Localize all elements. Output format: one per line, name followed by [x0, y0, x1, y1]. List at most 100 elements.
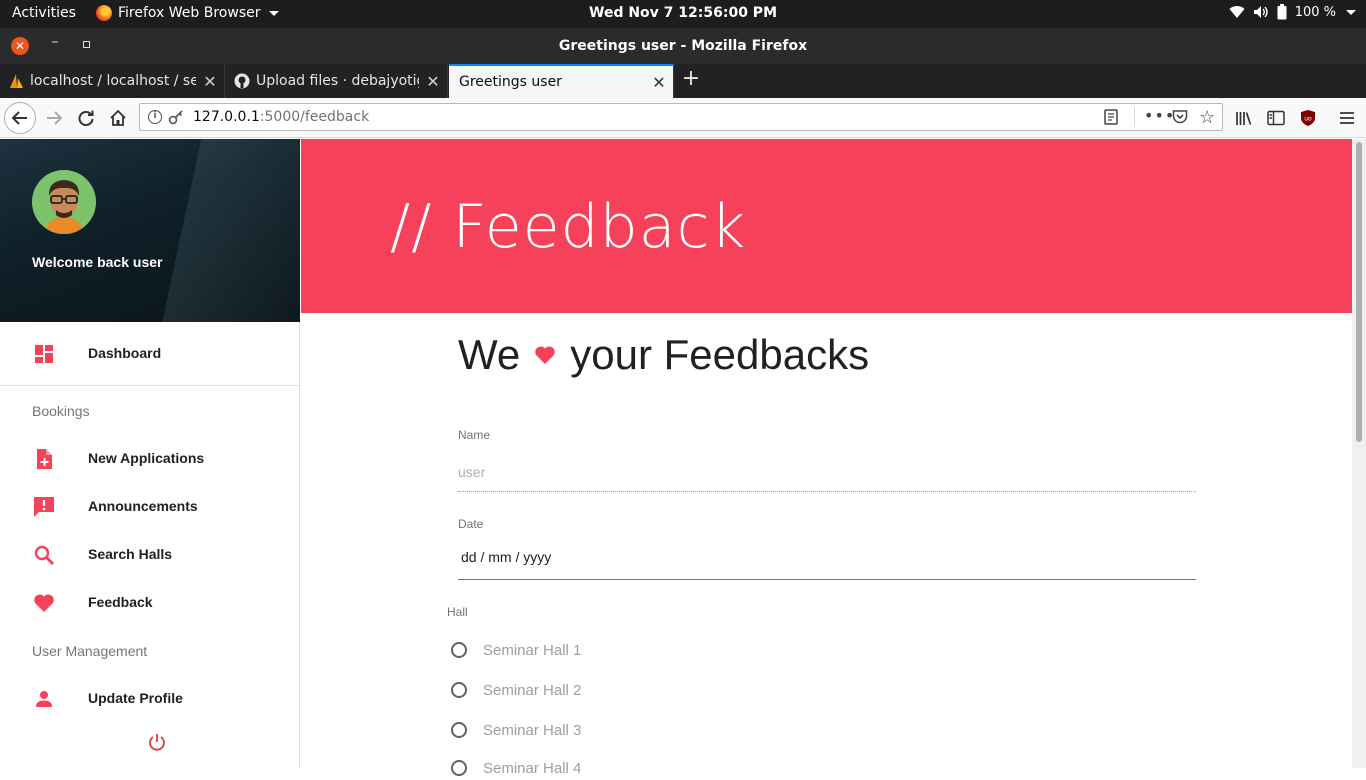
- forward-button[interactable]: [40, 104, 68, 132]
- url-separator: [1134, 107, 1135, 127]
- home-button[interactable]: [104, 104, 132, 132]
- sidebar-item-new-applications[interactable]: New Applications: [0, 435, 300, 483]
- sidebar-item-announcements[interactable]: Announcements: [0, 483, 300, 531]
- new-document-icon: [37, 449, 52, 469]
- arrow-left-icon: [11, 111, 27, 125]
- library-button[interactable]: [1230, 104, 1258, 132]
- hall-label: Hall: [447, 605, 468, 619]
- sidebar-divider: [0, 385, 300, 386]
- new-tab-button[interactable]: +: [680, 68, 702, 92]
- search-icon: [34, 545, 54, 565]
- back-button[interactable]: [4, 102, 36, 134]
- chevron-down-icon: [268, 10, 279, 16]
- sidebar-item-label: New Applications: [88, 450, 205, 466]
- sidebar-item-search-halls[interactable]: Search Halls: [0, 531, 300, 579]
- tab-label: Upload files · debajyotig: [256, 73, 419, 89]
- sidebar-item-dashboard[interactable]: Dashboard: [0, 330, 300, 378]
- reader-view-icon[interactable]: [1104, 109, 1118, 125]
- user-avatar-illustration: [32, 170, 96, 234]
- sidebar-item-label: Search Halls: [88, 546, 173, 562]
- heart-icon: [535, 346, 556, 364]
- radio-button[interactable]: [451, 642, 467, 658]
- system-menu-chevron-icon: [1346, 9, 1356, 15]
- address-bar[interactable]: i 127.0.0.1:5000/feedback ••• ☆: [139, 103, 1223, 131]
- pocket-icon[interactable]: [1172, 109, 1188, 125]
- hall-option-1[interactable]: Seminar Hall 1: [450, 638, 581, 662]
- reload-button[interactable]: [72, 104, 100, 132]
- heading-text-end: your Feedbacks: [570, 331, 870, 378]
- system-tray[interactable]: 100 %: [1229, 4, 1356, 20]
- tab-phpmyadmin[interactable]: localhost / localhost / se ✕: [0, 64, 225, 98]
- date-label: Date: [458, 517, 484, 531]
- menu-button[interactable]: [1333, 104, 1361, 132]
- sidebar-toggle-button[interactable]: [1262, 104, 1290, 132]
- sidebar-section-user-management: User Management: [32, 643, 148, 659]
- tab-strip: localhost / localhost / se ✕ Upload file…: [0, 64, 1366, 98]
- sidebar: Welcome back user Dashboard Bookings New…: [0, 139, 300, 768]
- url-path: :5000/feedback: [259, 109, 370, 125]
- ublock-button[interactable]: uo: [1294, 104, 1322, 132]
- hall-option-label: Seminar Hall 3: [483, 721, 582, 739]
- firefox-icon: [96, 5, 112, 21]
- tab-close-icon[interactable]: ✕: [425, 72, 441, 91]
- battery-icon: [1277, 4, 1287, 20]
- tab-github-upload[interactable]: Upload files · debajyotig ✕: [226, 64, 448, 98]
- sidebar-item-update-profile[interactable]: Update Profile: [0, 675, 300, 723]
- tab-greetings[interactable]: Greetings user ✕: [449, 64, 674, 98]
- heading-text-start: We: [458, 331, 521, 378]
- system-top-bar: Activities Firefox Web Browser Wed Nov 7…: [0, 0, 1366, 28]
- hall-option-label: Seminar Hall 2: [483, 681, 582, 699]
- radio-button[interactable]: [451, 722, 467, 738]
- battery-percentage: 100 %: [1294, 4, 1336, 20]
- bookmark-star-icon[interactable]: ☆: [1199, 107, 1215, 128]
- hall-option-3[interactable]: Seminar Hall 3: [450, 718, 581, 742]
- phpmyadmin-sail-icon: [10, 74, 23, 88]
- page-title: // Feedback: [390, 192, 747, 262]
- navigation-toolbar: i 127.0.0.1:5000/feedback ••• ☆ uo: [0, 98, 1366, 138]
- sidebar-item-label: Feedback: [88, 594, 153, 610]
- sidebar-section-bookings: Bookings: [32, 403, 90, 419]
- tab-label: Greetings user: [459, 74, 562, 90]
- name-field[interactable]: [458, 452, 1196, 492]
- hall-option-label: Seminar Hall 1: [483, 641, 582, 659]
- hall-option-2[interactable]: Seminar Hall 2: [450, 678, 581, 702]
- sidebar-item-label: Dashboard: [88, 345, 162, 361]
- heart-icon: [34, 594, 54, 612]
- person-icon: [36, 691, 52, 707]
- url-host: 127.0.0.1: [193, 109, 260, 125]
- activities-button[interactable]: Activities: [12, 5, 76, 21]
- window-title: Greetings user - Mozilla Firefox: [558, 38, 808, 54]
- app-menu[interactable]: Firefox Web Browser: [96, 5, 279, 21]
- page-actions-icon[interactable]: •••: [1144, 106, 1175, 125]
- form-heading: We your Feedbacks: [458, 331, 869, 379]
- github-icon: [234, 73, 250, 89]
- power-icon[interactable]: [147, 732, 167, 752]
- sidebar-item-feedback[interactable]: Feedback: [0, 579, 300, 627]
- info-icon[interactable]: i: [148, 110, 162, 124]
- date-field[interactable]: dd / mm / yyyy: [458, 540, 1196, 580]
- page-scrollbar[interactable]: [1352, 139, 1366, 768]
- library-icon: [1236, 112, 1252, 125]
- key-icon[interactable]: [168, 109, 184, 125]
- name-label: Name: [458, 428, 491, 442]
- url-text[interactable]: 127.0.0.1:5000/feedback: [193, 109, 369, 125]
- volume-icon: [1253, 6, 1268, 18]
- tab-close-icon[interactable]: ✕: [651, 73, 667, 92]
- page-banner: // Feedback: [301, 139, 1352, 313]
- welcome-message: Welcome back user: [32, 254, 163, 270]
- radio-button[interactable]: [451, 760, 467, 776]
- avatar[interactable]: [32, 170, 96, 234]
- svg-text:uo: uo: [1304, 116, 1312, 123]
- sidebar-item-label: Announcements: [88, 498, 198, 514]
- system-clock[interactable]: Wed Nov 7 12:56:00 PM: [589, 5, 777, 21]
- arrow-right-icon: [47, 111, 63, 125]
- radio-button[interactable]: [451, 682, 467, 698]
- tab-close-icon[interactable]: ✕: [202, 72, 218, 91]
- sidebar-icon: [1267, 110, 1285, 126]
- hamburger-icon: [1340, 112, 1354, 124]
- scrollbar-thumb[interactable]: [1356, 142, 1362, 442]
- hall-option-label: Seminar Hall 4: [483, 759, 582, 777]
- date-placeholder: dd / mm / yyyy: [461, 549, 552, 565]
- app-menu-label: Firefox Web Browser: [118, 5, 261, 21]
- hall-option-4[interactable]: Seminar Hall 4: [450, 756, 581, 780]
